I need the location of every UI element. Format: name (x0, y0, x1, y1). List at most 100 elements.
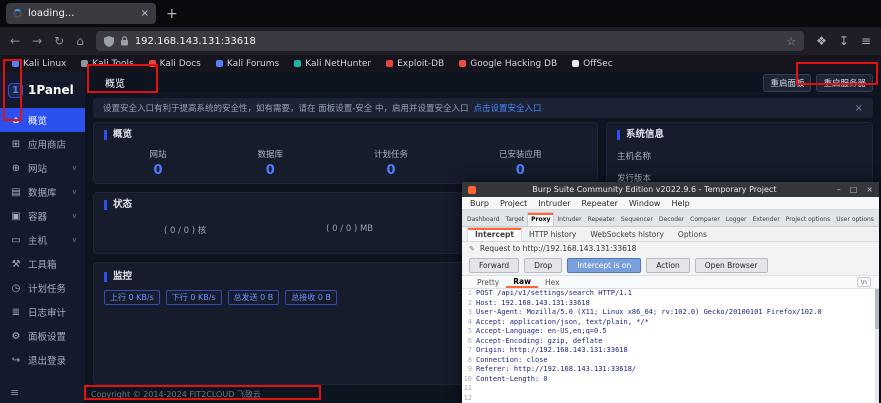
monitor-chip-download[interactable]: 下行 0 KB/s (166, 290, 222, 305)
stat-websites[interactable]: 网站 0 (149, 148, 166, 178)
burp-menu-window[interactable]: Window (629, 199, 661, 208)
burp-tab-user-options[interactable]: User options (833, 213, 877, 226)
burp-tab-decoder[interactable]: Decoder (656, 213, 687, 226)
monitor-chip-upload[interactable]: 上行 0 KB/s (104, 290, 160, 305)
sidebar-item-label: 网站 (28, 161, 66, 175)
maximize-icon[interactable]: □ (850, 185, 858, 194)
sidebar-item-host[interactable]: ▭ 主机 ∨ (0, 228, 85, 252)
bookmark-kali-nethunter[interactable]: Kali NetHunter (294, 59, 371, 69)
notice-close-icon[interactable]: × (855, 103, 863, 114)
burp-menu-burp[interactable]: Burp (470, 199, 489, 208)
scrollbar-thumb[interactable] (875, 289, 879, 329)
sidebar-item-settings[interactable]: ⚙ 面板设置 (0, 324, 85, 348)
burp-tab-intruder[interactable]: Intruder (554, 213, 584, 226)
burp-tab-repeater[interactable]: Repeater (585, 213, 618, 226)
sidebar-item-label: 工具箱 (28, 257, 77, 271)
stat-cron-jobs[interactable]: 计划任务 0 (374, 148, 408, 178)
line-number: 12 (462, 394, 476, 403)
chevron-down-icon: ∨ (72, 188, 77, 196)
burp-tab-extender[interactable]: Extender (750, 213, 783, 226)
tab-close-icon[interactable]: × (141, 8, 149, 19)
stat-label: 网站 (149, 148, 166, 160)
lock-icon[interactable] (120, 36, 129, 46)
bookmark-kali-tools[interactable]: Kali Tools (81, 59, 133, 69)
close-icon[interactable]: × (866, 185, 873, 194)
reload-icon[interactable]: ↻ (54, 34, 64, 48)
drop-button[interactable]: Drop (524, 258, 562, 273)
sidebar-item-database[interactable]: ▤ 数据库 ∨ (0, 180, 85, 204)
header-actions: 重启面板 重启服务器 (763, 74, 873, 92)
screen: loading... × + ← → ↻ ⌂ 192.168.143.131:3… (0, 0, 881, 403)
1panel-logo-icon: 1 (8, 83, 23, 98)
burp-title-bar[interactable]: Burp Suite Community Edition v2022.9.6 -… (462, 182, 879, 197)
bookmark-exploit-db[interactable]: Exploit-DB (386, 59, 444, 69)
burp-menu-help[interactable]: Help (671, 199, 689, 208)
request-line: Referer: http://192.168.143.131:33618/ (476, 365, 636, 375)
downloads-icon[interactable]: ↧ (839, 34, 849, 48)
burp-tab-comparer[interactable]: Comparer (687, 213, 723, 226)
forward-icon[interactable]: → (32, 34, 42, 48)
sidebar-item-app-store[interactable]: ⊞ 应用商店 (0, 132, 85, 156)
bookmark-kali-linux[interactable]: Kali Linux (12, 59, 66, 69)
stat-installed-apps[interactable]: 已安装应用 0 (499, 148, 542, 178)
burp-tab-project-options[interactable]: Project options (783, 213, 834, 226)
restart-panel-button[interactable]: 重启面板 (763, 74, 811, 92)
bookmark-star-icon[interactable]: ☆ (786, 35, 796, 48)
browser-tab[interactable]: loading... × (6, 3, 156, 24)
newline-toggle[interactable]: \n (857, 277, 871, 287)
sidebar-item-overview[interactable]: ⌂ 概览 (0, 108, 85, 132)
url-bar[interactable]: 192.168.143.131:33618 ☆ (96, 31, 804, 51)
forward-button[interactable]: Forward (469, 258, 519, 273)
burp-subtab-options[interactable]: Options (671, 228, 714, 241)
new-tab-button[interactable]: + (166, 6, 178, 22)
home-icon[interactable]: ⌂ (76, 34, 84, 48)
burp-tab-logger[interactable]: Logger (723, 213, 750, 226)
notice-link[interactable]: 点击设置安全入口 (473, 102, 541, 114)
monitor-chip-total-received[interactable]: 总接收 0 B (285, 290, 337, 305)
editor-tab-hex[interactable]: Hex (538, 278, 567, 287)
bookmark-kali-forums[interactable]: Kali Forums (216, 59, 279, 69)
intercept-toggle-button[interactable]: Intercept is on (567, 258, 641, 273)
sidebar-item-logout[interactable]: ↪ 退出登录 (0, 348, 85, 372)
burp-subtab-intercept[interactable]: Intercept (467, 227, 522, 241)
burp-tab-sequencer[interactable]: Sequencer (618, 213, 656, 226)
line-number: 11 (462, 384, 476, 394)
burp-request-editor[interactable]: 1POST /api/v1/settings/search HTTP/1.1 2… (462, 289, 879, 403)
minimize-icon[interactable]: – (837, 185, 841, 194)
burp-subtab-websockets-history[interactable]: WebSockets history (583, 228, 671, 241)
menu-icon[interactable]: ≡ (861, 34, 871, 48)
sidebar-item-container[interactable]: ▣ 容器 ∨ (0, 204, 85, 228)
burp-menu-intruder[interactable]: Intruder (538, 199, 570, 208)
burp-tab-proxy[interactable]: Proxy (527, 212, 554, 226)
editor-tab-raw[interactable]: Raw (506, 277, 538, 288)
shield-icon[interactable] (104, 36, 114, 47)
bookmark-offsec[interactable]: OffSec (572, 59, 612, 69)
sidebar-item-cron[interactable]: ◷ 计划任务 (0, 276, 85, 300)
burp-subtab-http-history[interactable]: HTTP history (522, 228, 583, 241)
open-browser-button[interactable]: Open Browser (695, 258, 768, 273)
sidebar-item-logs[interactable]: ≣ 日志审计 (0, 300, 85, 324)
sidebar-item-toolbox[interactable]: ⚒ 工具箱 (0, 252, 85, 276)
burp-menu-project[interactable]: Project (500, 199, 527, 208)
bookmark-google-hacking-db[interactable]: Google Hacking DB (459, 59, 557, 69)
stat-value: 0 (257, 163, 283, 178)
stat-databases[interactable]: 数据库 0 (257, 148, 283, 178)
action-button[interactable]: Action (646, 258, 690, 273)
restart-server-button[interactable]: 重启服务器 (816, 74, 873, 92)
burp-menu-repeater[interactable]: Repeater (582, 199, 618, 208)
sidebar-item-website[interactable]: ⊕ 网站 ∨ (0, 156, 85, 180)
burp-tab-dashboard[interactable]: Dashboard (464, 213, 503, 226)
request-line: Connection: close (476, 356, 548, 366)
extensions-icon[interactable]: ❖ (816, 34, 827, 48)
burp-app-icon (468, 186, 476, 194)
editor-tab-pretty[interactable]: Pretty (470, 278, 506, 287)
monitor-chip-total-sent[interactable]: 总发送 0 B (228, 290, 280, 305)
bookmark-label: Kali Linux (23, 59, 66, 69)
back-icon[interactable]: ← (10, 34, 20, 48)
url-text[interactable]: 192.168.143.131:33618 (135, 36, 780, 47)
bookmark-kali-docs[interactable]: Kali Docs (149, 59, 201, 69)
tab-overview[interactable]: 概览 (93, 75, 137, 90)
sidebar-collapse-icon[interactable]: ≡ (10, 386, 19, 399)
burp-tab-target[interactable]: Target (503, 213, 528, 226)
scrollbar[interactable] (875, 289, 879, 403)
